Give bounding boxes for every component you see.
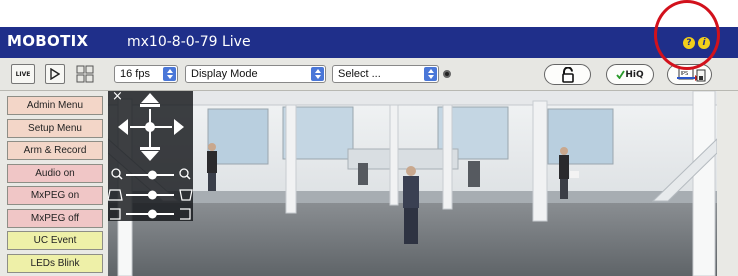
live-button[interactable]: LIVE	[11, 64, 35, 84]
lock-icon	[561, 66, 574, 83]
lock-button[interactable]	[544, 64, 591, 85]
fps-select[interactable]: 16 fps	[114, 65, 178, 83]
video-frame	[108, 91, 717, 276]
ips-label: IPS	[680, 71, 688, 77]
tilt-up-icon[interactable]	[141, 93, 159, 103]
right-scroll-edge	[717, 91, 738, 276]
pan-left-icon[interactable]	[118, 119, 128, 135]
record-indicator-icon	[443, 70, 451, 78]
live-video[interactable]: ×	[108, 91, 717, 276]
sidebar-item-uc-event[interactable]: UC Event	[7, 231, 103, 250]
sidebar-item-leds-blink[interactable]: LEDs Blink	[7, 253, 103, 273]
preset-value: Select ...	[338, 68, 381, 80]
sidebar-item-setup-menu[interactable]: Setup Menu	[7, 118, 103, 138]
grid-icon	[76, 65, 94, 83]
iris-slider[interactable]	[108, 189, 193, 201]
preset-dropdown-arrow-icon	[424, 67, 437, 81]
title-bar: MOBOTIX mx10-8-0-79 Live ? i	[0, 27, 738, 58]
fps-value: 16 fps	[120, 68, 150, 80]
sidebar-item-audio-on[interactable]: Audio on	[7, 163, 103, 183]
sidebar-item-admin-menu[interactable]: Admin Menu	[7, 96, 103, 115]
play-button[interactable]	[45, 64, 65, 84]
sidebar-menu: Admin Menu Setup Menu Arm & Record Audio on…	[0, 91, 108, 276]
camera-title: mx10-8-0-79 Live	[127, 34, 251, 50]
highlight-circle	[654, 0, 720, 70]
play-icon	[50, 68, 60, 80]
preset-select[interactable]: Select ...	[332, 65, 439, 83]
display-mode-value: Display Mode	[191, 68, 258, 80]
brand-logo: MOBOTIX	[7, 32, 89, 50]
multiview-button[interactable]	[75, 64, 95, 84]
ptz-controls	[108, 93, 193, 220]
rotate-slider[interactable]	[110, 208, 191, 220]
hiq-label: HiQ	[625, 69, 644, 80]
sidebar-item-arm-record[interactable]: Arm & Record	[7, 141, 103, 160]
sidebar-item-mxpeg-off[interactable]: MxPEG off	[7, 208, 103, 228]
fps-dropdown-arrow-icon	[163, 67, 176, 81]
toolbar: LIVE 16 fps Display Mode Select ... HiQ	[0, 58, 738, 91]
checkmark-icon	[616, 70, 626, 79]
sidebar-item-mxpeg-on[interactable]: MxPEG on	[7, 186, 103, 205]
display-mode-select[interactable]: Display Mode	[185, 65, 326, 83]
pan-right-icon[interactable]	[174, 119, 184, 135]
zoom-slider[interactable]	[111, 168, 191, 180]
tilt-down-icon[interactable]	[141, 151, 159, 161]
live-label: LIVE	[15, 70, 31, 78]
joystick-knob-icon[interactable]	[145, 122, 155, 132]
ptz-control-panel: ×	[108, 91, 193, 221]
hiq-button[interactable]: HiQ	[606, 64, 654, 85]
display-mode-dropdown-arrow-icon	[311, 67, 324, 81]
